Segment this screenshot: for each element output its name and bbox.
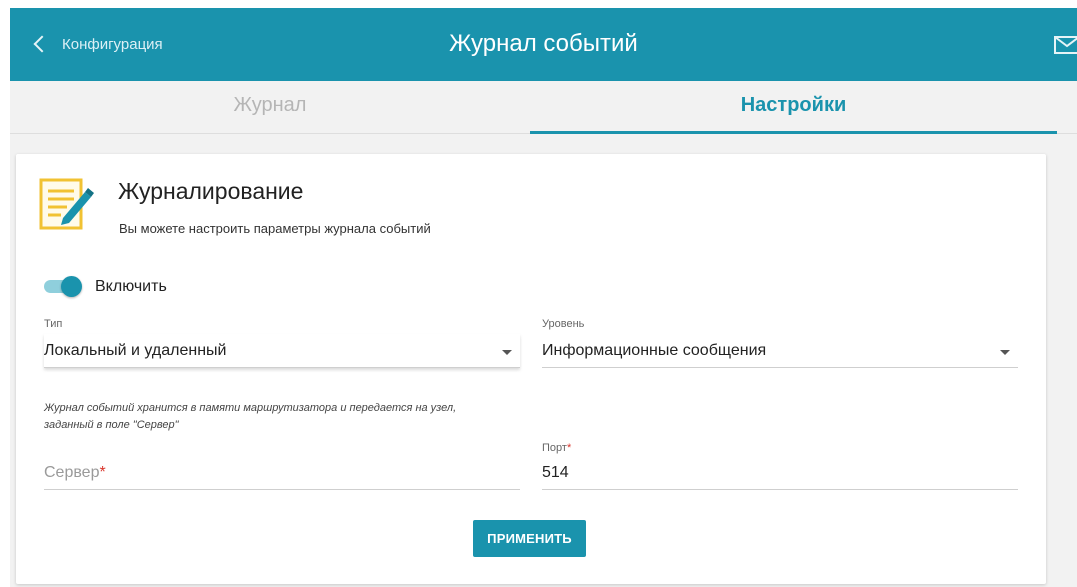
server-placeholder: Сервер*	[44, 464, 106, 482]
hint-line: заданный в поле "Сервер"	[44, 419, 179, 431]
tab-bar: Журнал Настройки	[10, 81, 1077, 134]
envelope-icon[interactable]	[1054, 36, 1077, 54]
hint-line: Журнал событий хранится в памяти маршрут…	[44, 402, 457, 414]
level-label: Уровень	[542, 318, 585, 330]
app-frame: Конфигурация Журнал событий Журнал Настр…	[10, 8, 1077, 587]
toggle-knob	[61, 276, 82, 297]
section-title: Журналирование	[118, 178, 304, 204]
dropdown-arrow-icon	[1000, 350, 1010, 355]
type-label: Тип	[44, 318, 63, 330]
port-value: 514	[542, 464, 569, 481]
enable-label: Включить	[95, 278, 167, 295]
server-hint: Журнал событий хранится в памяти маршрут…	[44, 400, 524, 434]
port-label-text: Порт	[542, 442, 567, 454]
server-placeholder-text: Сервер	[44, 464, 100, 481]
enable-toggle[interactable]	[44, 276, 82, 297]
logging-settings-card: Журналирование Вы можете настроить парам…	[16, 154, 1046, 584]
top-bar: Конфигурация Журнал событий	[10, 8, 1077, 81]
type-select[interactable]: Локальный и удаленный	[44, 334, 520, 368]
level-select[interactable]: Информационные сообщения	[542, 334, 1018, 368]
section-subtitle: Вы можете настроить параметры журнала со…	[119, 221, 431, 236]
level-value: Информационные сообщения	[542, 342, 767, 359]
log-edit-icon	[39, 178, 94, 230]
port-input[interactable]: 514	[542, 454, 1018, 490]
dropdown-arrow-icon	[502, 350, 512, 355]
type-value: Локальный и удаленный	[44, 342, 227, 359]
port-label: Порт*	[542, 442, 571, 454]
tab-journal[interactable]: Журнал	[10, 81, 530, 134]
required-mark: *	[566, 442, 572, 454]
tab-settings[interactable]: Настройки	[530, 81, 1057, 134]
server-input[interactable]: Сервер*	[44, 454, 520, 490]
apply-button[interactable]: ПРИМЕНИТЬ	[473, 520, 586, 557]
required-mark: *	[99, 464, 106, 481]
page-title: Журнал событий	[449, 30, 638, 57]
